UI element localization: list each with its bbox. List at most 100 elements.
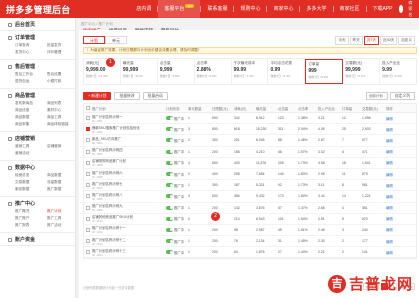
edit-link[interactable]: 编辑	[386, 172, 418, 177]
status-toggle[interactable]	[166, 138, 173, 143]
plan-name-link[interactable]: 推广计划名称示例十一 ID: 1011	[92, 225, 166, 234]
plan-name-link[interactable]: 推广计划名称示例六 ID: 1006	[92, 170, 166, 179]
sidebar-link[interactable]: 批量发货	[47, 43, 79, 48]
status-toggle[interactable]	[166, 127, 173, 132]
status-toggle[interactable]	[166, 194, 173, 199]
top-nav-item[interactable]: 店内调	[130, 0, 157, 18]
plan-name-link[interactable]: 推广计划名称示例四 ID: 1004	[92, 147, 166, 156]
column-header[interactable]: 投入产出比	[318, 106, 342, 111]
column-header[interactable]: 点击量	[278, 106, 298, 111]
column-header[interactable]: 曝光量	[256, 106, 278, 111]
stat-card[interactable]: 投入产出比 9.99 较前7日 ↑2.2%	[380, 59, 416, 84]
row-checkbox[interactable]	[86, 216, 90, 221]
status-toggle[interactable]	[166, 160, 173, 165]
top-nav-item[interactable]: 下载APP	[367, 0, 399, 18]
edit-link[interactable]: 编辑	[386, 250, 418, 255]
status-toggle[interactable]	[166, 116, 173, 121]
top-nav-item[interactable]: 客服平台 NEW	[158, 0, 201, 18]
row-checkbox[interactable]	[86, 138, 90, 143]
column-header[interactable]: 订单量	[342, 106, 362, 111]
sidebar-section-title[interactable]: 订单管理	[8, 34, 75, 41]
sidebar-section-title[interactable]: 账户资金	[8, 236, 75, 243]
sidebar-section-title[interactable]: 店铺营销	[8, 135, 75, 142]
stat-card[interactable]: 千次曝光成本 99.99 较前7日 ↑1.1%	[232, 59, 269, 84]
sidebar-link[interactable]: 推广概况	[15, 209, 47, 214]
stat-card[interactable]: 平均点击花费 0.99 较前7日 ↑0.4%	[268, 59, 306, 84]
plan-name-link[interactable]: 新品_SKU方向推广 ID: 1003	[92, 136, 166, 145]
sidebar-link[interactable]: 发布新商品	[15, 101, 47, 106]
plan-filter-select[interactable]: 全部计划	[365, 92, 388, 100]
sidebar-link[interactable]: 商品数据	[47, 173, 79, 178]
sidebar-link[interactable]: 经营总览	[15, 173, 47, 178]
sidebar-link[interactable]: 服务数据	[15, 187, 47, 192]
user-area[interactable]: 商家名	[398, 0, 419, 18]
sidebar-link[interactable]: 流量数据	[47, 180, 79, 185]
row-checkbox[interactable]	[86, 239, 90, 244]
sidebar-link[interactable]: 推广账户	[15, 216, 47, 221]
row-checkbox[interactable]	[86, 194, 90, 199]
plan-name-link[interactable]: 推广计划名称示例七 ID: 1007	[92, 181, 166, 190]
date-range-button[interactable]: 今天	[335, 36, 349, 45]
row-checkbox[interactable]	[86, 183, 90, 188]
status-toggle[interactable]	[166, 239, 173, 244]
sidebar-link[interactable]: 推广计划	[47, 209, 79, 214]
status-toggle[interactable]	[166, 172, 173, 177]
date-range-button[interactable]: 自定义	[398, 36, 415, 45]
stat-card[interactable]: 点击率 2.88% 较前7日 ↓0.2%	[195, 59, 232, 84]
plan-name-link[interactable]: 店铺其他商品推广SKU计划 ID: 1010	[92, 214, 166, 223]
status-toggle[interactable]	[166, 149, 173, 154]
sidebar-section-title[interactable]: 数据中心	[8, 164, 75, 171]
column-header[interactable]: 点击率	[298, 106, 318, 111]
edit-link[interactable]: 编辑	[386, 127, 418, 132]
status-toggle[interactable]	[166, 205, 173, 210]
row-checkbox[interactable]	[86, 227, 90, 232]
top-nav-item[interactable]: 规则中心	[234, 0, 266, 18]
edit-link[interactable]: 编辑	[386, 116, 418, 121]
stat-card[interactable]: 点击量 9,999 较前7日 ↑5.6%	[158, 59, 195, 84]
plan-name-link[interactable]: 推广计划名称示例八 ID: 1008	[92, 192, 166, 201]
column-header[interactable]: 交易额(元)	[362, 106, 386, 111]
plan-name-link[interactable]: 店铺常规商品推广计划 ID: 1005	[92, 158, 166, 167]
stat-card[interactable]: 曝光量 99,999 较前7日 ↑8.1%	[121, 59, 158, 84]
row-checkbox[interactable]	[86, 250, 90, 255]
sidebar-link[interactable]: 素材中心	[47, 108, 79, 113]
sidebar-link[interactable]: 店铺营销	[47, 144, 79, 149]
status-toggle[interactable]	[166, 250, 173, 255]
column-header[interactable]: 计划状态	[166, 106, 188, 111]
sidebar-link[interactable]: 营销活动	[15, 151, 47, 156]
sidebar-link[interactable]: 发货中心	[15, 50, 47, 55]
custom-columns-button[interactable]: 自定义列	[389, 92, 415, 100]
plan-name-link[interactable]: 推广计划名称示例一 ID: 1001	[92, 114, 166, 123]
row-checkbox[interactable]	[86, 116, 90, 121]
sidebar-link[interactable]: 订单查询	[15, 43, 47, 48]
top-nav-item[interactable]: 多多大学	[300, 0, 332, 18]
sidebar-section-title[interactable]: 售后管理	[8, 63, 75, 70]
plan-name-link[interactable]: 推广计划名称示例九 ID: 1009	[92, 203, 166, 212]
edit-link[interactable]: 编辑	[386, 239, 418, 244]
sidebar-link[interactable]: 商品工具	[47, 115, 79, 120]
sidebar-link[interactable]: 商品采集	[15, 122, 47, 127]
subtab[interactable]: 单元	[105, 36, 127, 44]
column-header[interactable]: 单元数量	[188, 106, 212, 111]
top-nav-item[interactable]: 商家中心	[267, 0, 299, 18]
stat-card[interactable]: 交易额(元) 99,999 较前7日 ↑6.7%	[343, 59, 381, 84]
row-checkbox[interactable]	[86, 127, 90, 132]
edit-link[interactable]: 编辑	[386, 160, 418, 165]
sidebar-link[interactable]: 小额打款	[47, 79, 79, 84]
row-checkbox[interactable]	[86, 160, 90, 165]
edit-link[interactable]: 编辑	[386, 149, 418, 154]
select-all-checkbox[interactable]	[86, 106, 90, 110]
date-range-button[interactable]: 昨天	[349, 36, 363, 45]
sidebar-link[interactable]: 交易数据	[15, 180, 47, 185]
top-nav-item[interactable]: 商家社区	[334, 0, 366, 18]
edit-link[interactable]: 编辑	[386, 227, 418, 232]
user-name[interactable]: 商家名	[408, 0, 415, 18]
batch-modify-button[interactable]: 批量修改	[114, 92, 140, 100]
sidebar-link[interactable]: 退货包运	[15, 79, 47, 84]
avatar[interactable]	[398, 5, 404, 13]
edit-link[interactable]: 编辑	[386, 183, 418, 188]
top-nav-item[interactable]: 联系客服	[201, 0, 233, 18]
row-checkbox[interactable]	[86, 149, 90, 154]
new-plan-button[interactable]: + 新建计划	[83, 92, 112, 100]
sidebar-link[interactable]: 商品数据	[15, 115, 47, 120]
